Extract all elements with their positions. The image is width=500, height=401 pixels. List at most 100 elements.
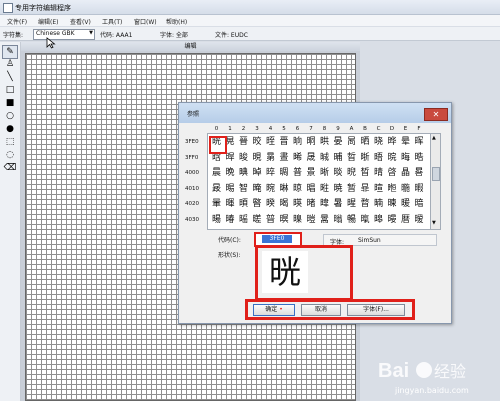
character-cell[interactable]: 暑 [332,198,345,211]
character-cell[interactable]: 晥 [386,152,399,165]
filled-rectangle-icon[interactable]: ■ [3,97,17,109]
menu-window[interactable]: 窗口(W) [134,17,157,26]
character-cell[interactable]: 暘 [210,214,223,227]
character-cell[interactable]: 晍 [305,136,318,149]
character-cell[interactable]: 暋 [251,198,264,211]
character-cell[interactable]: 晽 [278,183,291,196]
character-cell[interactable]: 暐 [318,198,331,211]
character-cell[interactable]: 暥 [386,214,399,227]
character-cell[interactable]: 晖 [413,136,426,149]
menu-file[interactable]: 文件(F) [7,17,27,26]
character-cell[interactable]: 暖 [399,198,412,211]
character-cell[interactable]: 暟 [305,214,318,227]
character-cell[interactable]: 晼 [264,183,277,196]
character-cell[interactable]: 晫 [251,167,264,180]
character-cell[interactable]: 暓 [359,198,372,211]
character-cell[interactable]: 晎 [318,136,331,149]
filled-ellipse-icon[interactable]: ● [3,123,17,135]
character-cell[interactable]: 暝 [278,214,291,227]
character-cell[interactable]: 晩 [224,167,237,180]
character-cell[interactable]: 暛 [251,214,264,227]
character-cell[interactable]: 晹 [224,183,237,196]
menu-edit[interactable]: 编辑(E) [38,17,58,26]
character-cell[interactable]: 暈 [210,198,223,211]
freeform-select-icon[interactable]: ◌ [3,149,17,161]
character-cell[interactable]: 晌 [291,136,304,149]
font-button[interactable]: 字体(F)... [347,304,405,316]
character-cell[interactable]: 暒 [345,198,358,211]
menu-view[interactable]: 查看(V) [70,17,91,26]
character-cell[interactable]: 暢 [345,214,358,227]
character-cell[interactable]: 暜 [264,214,277,227]
character-cell[interactable]: 晱 [332,167,345,180]
character-cell[interactable]: 晶 [399,167,412,180]
character-cell[interactable]: 暗 [413,198,426,211]
character-cell[interactable]: 晧 [413,152,426,165]
character-cell[interactable]: 暚 [237,214,250,227]
character-cell[interactable]: 晑 [345,136,358,149]
hollow-ellipse-icon[interactable]: ○ [3,110,17,122]
pencil-icon[interactable]: ✎ [2,45,18,59]
character-cell[interactable]: 晲 [345,167,358,180]
ok-button[interactable]: 确定 • [253,304,295,316]
character-cell[interactable]: 晒 [359,136,372,149]
character-cell[interactable]: 晙 [237,152,250,165]
character-cell[interactable]: 暌 [264,198,277,211]
character-cell[interactable]: 晜 [264,152,277,165]
character-cell[interactable]: 晕 [399,136,412,149]
character-cell[interactable]: 暞 [291,214,304,227]
hollow-rectangle-icon[interactable]: □ [3,84,17,96]
cancel-button[interactable]: 取消 [301,304,341,316]
character-cell[interactable]: 晰 [318,167,331,180]
character-cell[interactable]: 暃 [359,183,372,196]
character-cell[interactable]: 暏 [305,198,318,211]
character-cell[interactable]: 暡 [332,214,345,227]
menu-tools[interactable]: 工具(T) [102,17,122,26]
character-cell[interactable]: 晷 [413,167,426,180]
character-cell[interactable]: 晋 [278,136,291,149]
character-cell[interactable]: 晊 [264,136,277,149]
character-cell[interactable]: 晳 [359,167,372,180]
character-cell[interactable]: 晦 [399,152,412,165]
character-cell[interactable]: 暕 [386,198,399,211]
character-cell[interactable]: 晬 [264,167,277,180]
character-cell[interactable]: 晸 [210,183,223,196]
rect-select-icon[interactable]: ⬚ [3,136,17,148]
character-cell[interactable]: 暀 [318,183,331,196]
character-cell[interactable]: 晣 [359,152,372,165]
character-cell[interactable]: 晪 [237,167,250,180]
character-cell[interactable]: 晔 [386,136,399,149]
character-cell[interactable]: 暁 [332,183,345,196]
line-icon[interactable]: ╲ [3,71,17,83]
character-cell[interactable]: 晾 [291,183,304,196]
charset-select[interactable]: Chinese GBK ▼ [33,29,95,40]
character-cell[interactable]: 暎 [291,198,304,211]
character-cell[interactable]: 晞 [291,152,304,165]
character-cell[interactable]: 景 [305,167,318,180]
character-cell[interactable]: 暅 [386,183,399,196]
character-cell[interactable]: 晴 [372,167,385,180]
character-cell[interactable]: 暉 [224,198,237,211]
character-cell[interactable]: 晉 [237,136,250,149]
character-cell[interactable]: 暤 [372,214,385,227]
character-cell[interactable]: 晏 [332,136,345,149]
character-cell[interactable]: 晠 [318,152,331,165]
eraser-icon[interactable]: ⌫ [3,162,17,174]
brush-icon[interactable]: ♙ [3,58,17,70]
character-cell[interactable]: 晝 [278,152,291,165]
character-cell[interactable]: 晨 [210,167,223,180]
character-cell[interactable]: 晻 [251,183,264,196]
character-cell[interactable]: 暊 [237,198,250,211]
character-cell[interactable]: 暂 [345,183,358,196]
menu-help[interactable]: 帮助(H) [166,17,187,26]
character-cell[interactable]: 晟 [305,152,318,165]
character-cell[interactable]: 暆 [399,183,412,196]
character-cell[interactable]: 暄 [372,183,385,196]
character-cell[interactable]: 晵 [386,167,399,180]
character-cell[interactable]: 暍 [278,198,291,211]
character-cell[interactable]: 晛 [251,152,264,165]
character-cell[interactable]: 晭 [278,167,291,180]
character-cell[interactable]: 暔 [372,198,385,211]
character-cell[interactable]: 暣 [359,214,372,227]
character-cell[interactable]: 普 [291,167,304,180]
